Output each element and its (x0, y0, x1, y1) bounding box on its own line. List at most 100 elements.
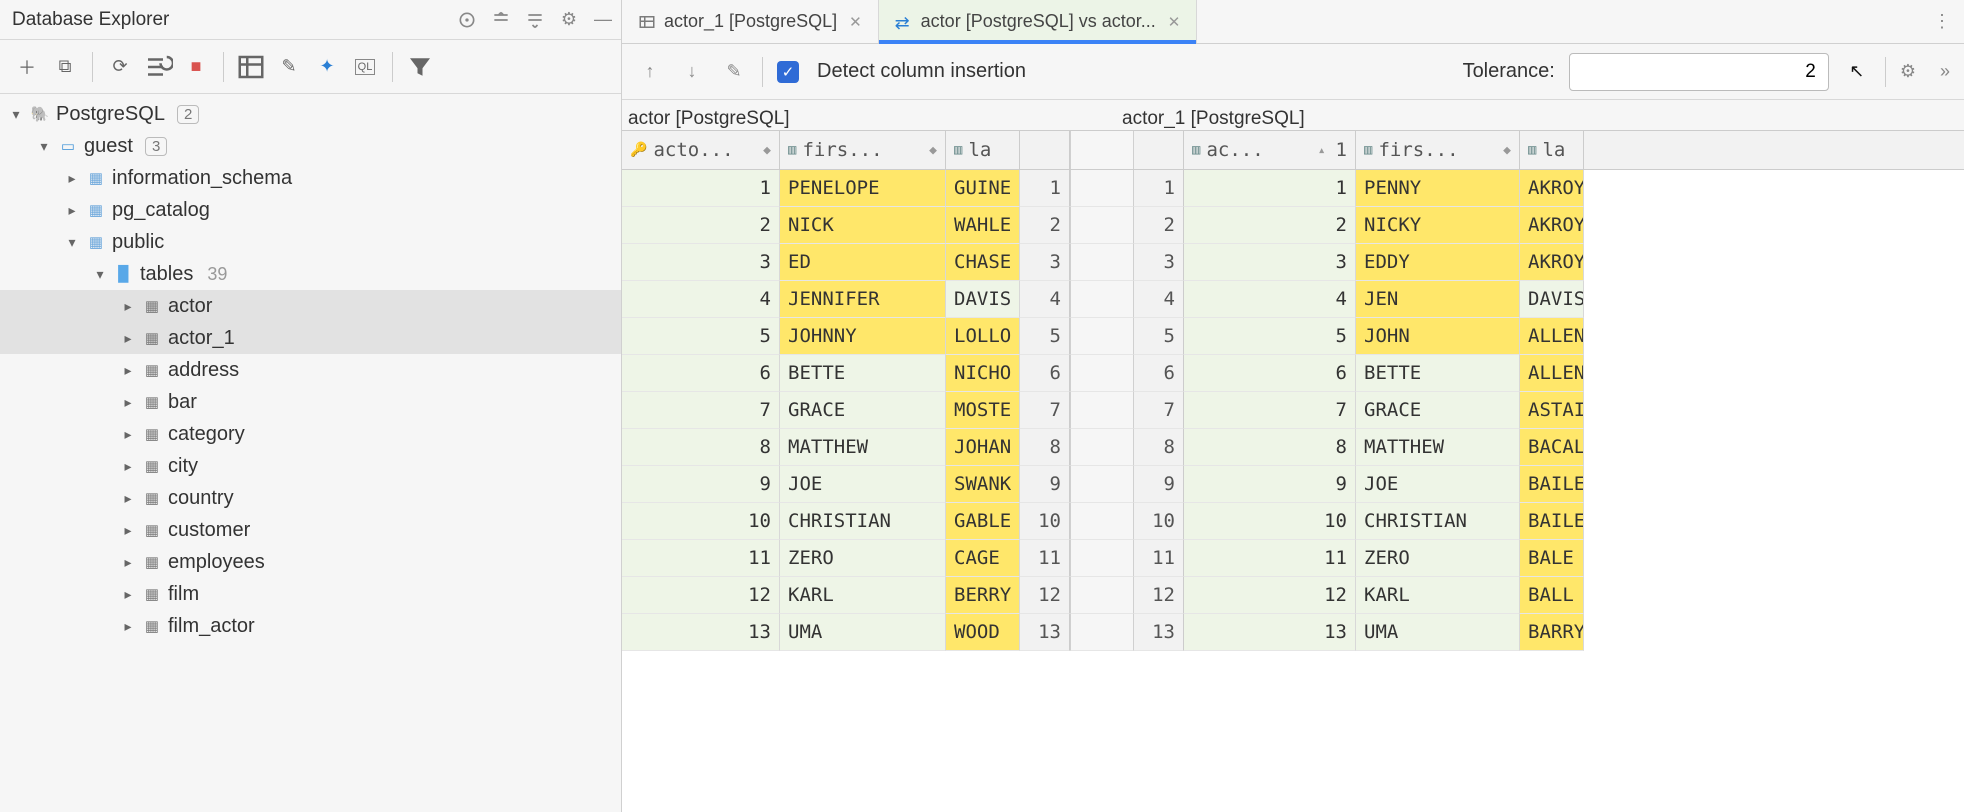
chevron-right-icon[interactable] (120, 298, 136, 315)
cell-id-left[interactable]: 2 (622, 207, 780, 244)
cell-last-right[interactable]: AKROY (1520, 207, 1584, 244)
cell-last-right[interactable]: AKROY (1520, 170, 1584, 207)
tree-node-table[interactable]: ▦ bar (0, 386, 621, 418)
cell-last-left[interactable]: NICHO (946, 355, 1020, 392)
cell-first-left[interactable]: ZERO (780, 540, 946, 577)
cell-id-right[interactable]: 1 (1184, 170, 1356, 207)
cell-last-left[interactable]: WOOD (946, 614, 1020, 651)
cell-id-right[interactable]: 3 (1184, 244, 1356, 281)
cell-last-right[interactable]: BARRY (1520, 614, 1584, 651)
chevron-down-icon[interactable] (92, 266, 108, 283)
tree-node-datasource[interactable]: 🐘 PostgreSQL 2 (0, 98, 621, 130)
cell-first-left[interactable]: NICK (780, 207, 946, 244)
gear-icon[interactable]: ⚙ (559, 10, 579, 30)
cell-first-left[interactable]: PENELOPE (780, 170, 946, 207)
tree-node-schema[interactable]: ▦ public (0, 226, 621, 258)
cell-last-left[interactable]: WAHLE (946, 207, 1020, 244)
tree-node-tables[interactable]: ▉ tables 39 (0, 258, 621, 290)
cell-first-left[interactable]: ED (780, 244, 946, 281)
cell-last-left[interactable]: CAGE (946, 540, 1020, 577)
cell-last-left[interactable]: GUINE (946, 170, 1020, 207)
cell-id-right[interactable]: 9 (1184, 466, 1356, 503)
cell-last-right[interactable]: BAILE (1520, 466, 1584, 503)
cell-last-right[interactable]: ALLEN (1520, 355, 1584, 392)
cell-last-left[interactable]: DAVIS (946, 281, 1020, 318)
table-row[interactable]: 9 JOE SWANK 9 9 9 JOE BAILE (622, 466, 1964, 503)
sort-asc-icon[interactable]: ▴ (1318, 143, 1326, 158)
edit-button[interactable]: ✎ (274, 52, 304, 82)
tree-node-table[interactable]: ▦ actor_1 (0, 322, 621, 354)
minimize-icon[interactable]: — (593, 10, 613, 30)
cell-id-left[interactable]: 7 (622, 392, 780, 429)
cell-first-right[interactable]: JEN (1356, 281, 1520, 318)
col-first-name-left[interactable]: ▥ firs... ◆ (780, 131, 946, 169)
cell-id-left[interactable]: 9 (622, 466, 780, 503)
cell-last-right[interactable]: BALE (1520, 540, 1584, 577)
chevron-right-icon[interactable] (120, 362, 136, 379)
target-icon[interactable] (457, 10, 477, 30)
cell-first-right[interactable]: NICKY (1356, 207, 1520, 244)
col-last-name-left[interactable]: ▥ la (946, 131, 1020, 169)
edit-diff-button[interactable]: ✎ (720, 58, 748, 86)
chevron-right-icon[interactable] (120, 554, 136, 571)
cell-last-right[interactable]: BACAL (1520, 429, 1584, 466)
stack-refresh-button[interactable] (143, 52, 173, 82)
cell-first-right[interactable]: JOE (1356, 466, 1520, 503)
cell-first-left[interactable]: CHRISTIAN (780, 503, 946, 540)
tree-node-table[interactable]: ▦ film_actor (0, 610, 621, 642)
table-row[interactable]: 1 PENELOPE GUINE 1 1 1 PENNY AKROY (622, 170, 1964, 207)
cell-first-right[interactable]: UMA (1356, 614, 1520, 651)
tree-node-database[interactable]: ▭ guest 3 (0, 130, 621, 162)
table-row[interactable]: 7 GRACE MOSTE 7 7 7 GRACE ASTAI (622, 392, 1964, 429)
cell-id-right[interactable]: 11 (1184, 540, 1356, 577)
tree-node-table[interactable]: ▦ employees (0, 546, 621, 578)
chevron-down-icon[interactable] (8, 106, 24, 123)
collapse-all-icon[interactable] (525, 10, 545, 30)
tree-node-schema[interactable]: ▦ information_schema (0, 162, 621, 194)
chevron-down-icon[interactable] (64, 234, 80, 251)
cell-last-left[interactable]: GABLE (946, 503, 1020, 540)
cell-id-right[interactable]: 13 (1184, 614, 1356, 651)
tree-node-schema[interactable]: ▦ pg_catalog (0, 194, 621, 226)
detect-insertion-checkbox[interactable]: ✓ (777, 61, 799, 83)
cell-first-left[interactable]: JOE (780, 466, 946, 503)
chevron-right-icon[interactable] (64, 170, 80, 187)
table-view-button[interactable] (236, 52, 266, 82)
chevron-right-icon[interactable] (120, 330, 136, 347)
cell-first-left[interactable]: KARL (780, 577, 946, 614)
tab-actor-1[interactable]: actor_1 [PostgreSQL] ✕ (622, 0, 879, 43)
table-row[interactable]: 11 ZERO CAGE 11 11 11 ZERO BALE (622, 540, 1964, 577)
cell-first-right[interactable]: BETTE (1356, 355, 1520, 392)
chevron-right-icon[interactable] (120, 426, 136, 443)
cell-last-right[interactable]: DAVIS (1520, 281, 1584, 318)
cell-id-right[interactable]: 6 (1184, 355, 1356, 392)
chevron-right-icon[interactable] (120, 586, 136, 603)
cell-first-right[interactable]: PENNY (1356, 170, 1520, 207)
next-diff-button[interactable]: ↓ (678, 58, 706, 86)
cell-last-right[interactable]: BAILE (1520, 503, 1584, 540)
table-row[interactable]: 10 CHRISTIAN GABLE 10 10 10 CHRISTIAN BA… (622, 503, 1964, 540)
refresh-button[interactable]: ⟳ (105, 52, 135, 82)
cell-id-left[interactable]: 6 (622, 355, 780, 392)
table-row[interactable]: 12 KARL BERRY 12 12 12 KARL BALL (622, 577, 1964, 614)
tolerance-input[interactable] (1569, 53, 1829, 91)
database-tree[interactable]: 🐘 PostgreSQL 2 ▭ guest 3 ▦ information_s… (0, 94, 621, 812)
jump-button[interactable]: ✦ (312, 52, 342, 82)
table-row[interactable]: 8 MATTHEW JOHAN 8 8 8 MATTHEW BACAL (622, 429, 1964, 466)
cell-id-left[interactable]: 11 (622, 540, 780, 577)
table-row[interactable]: 2 NICK WAHLE 2 2 2 NICKY AKROY (622, 207, 1964, 244)
col-last-name-right[interactable]: ▥ la (1520, 131, 1584, 169)
chevron-right-icon[interactable] (120, 522, 136, 539)
cell-last-left[interactable]: MOSTE (946, 392, 1020, 429)
close-icon[interactable]: ✕ (849, 13, 862, 31)
cell-first-right[interactable]: EDDY (1356, 244, 1520, 281)
cell-id-left[interactable]: 5 (622, 318, 780, 355)
cell-first-right[interactable]: ZERO (1356, 540, 1520, 577)
tree-node-table[interactable]: ▦ country (0, 482, 621, 514)
cell-first-right[interactable]: MATTHEW (1356, 429, 1520, 466)
cell-id-left[interactable]: 12 (622, 577, 780, 614)
table-row[interactable]: 4 JENNIFER DAVIS 4 4 4 JEN DAVIS (622, 281, 1964, 318)
tree-node-table[interactable]: ▦ actor (0, 290, 621, 322)
col-actor-id-right[interactable]: ▥ ac... ▴ 1 (1184, 131, 1356, 169)
table-row[interactable]: 5 JOHNNY LOLLO 5 5 5 JOHN ALLEN (622, 318, 1964, 355)
